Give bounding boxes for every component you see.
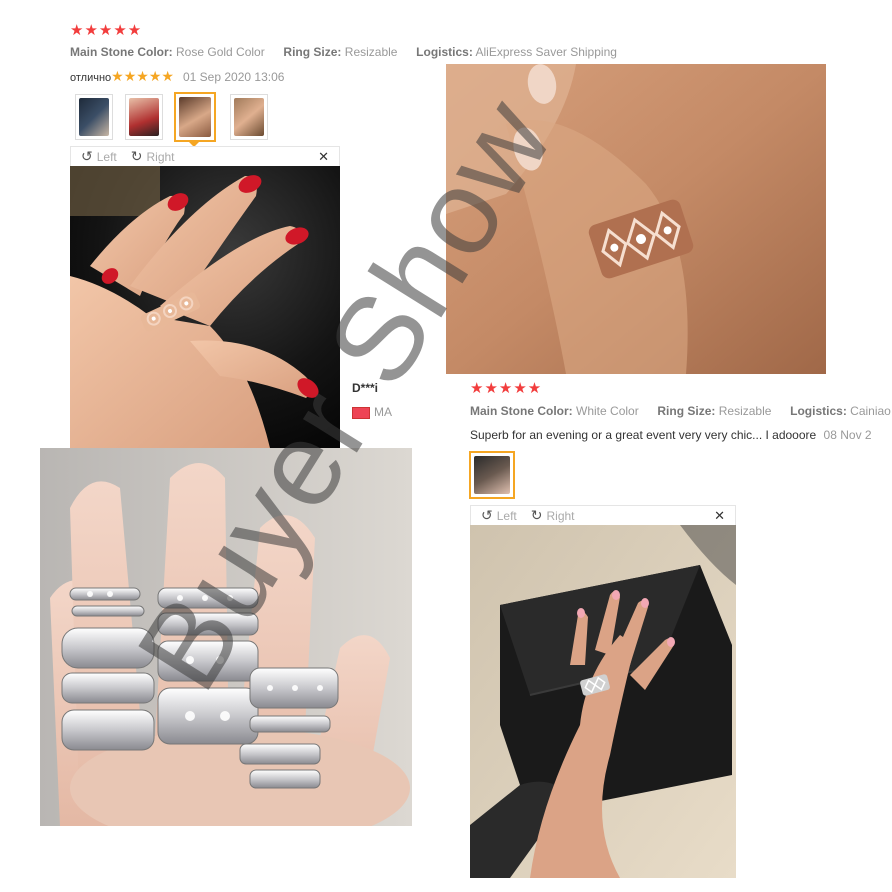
image-viewer-toolbar: ↺ Left ↻ Right ✕ (70, 146, 340, 166)
review-thumbnail[interactable] (125, 94, 163, 140)
rating-stars: ★★★★★ (70, 22, 143, 39)
main-stone-value: Rose Gold Color (176, 45, 265, 59)
logistics-label: Logistics: (790, 404, 847, 418)
rating-stars: ★★★★★ (470, 380, 543, 397)
reviewer-name: D***i (352, 381, 379, 395)
logistics-label: Logistics: (416, 45, 473, 59)
main-stone-label: Main Stone Color: (70, 45, 173, 59)
close-viewer-button[interactable]: ✕ (318, 149, 329, 165)
ring-size-value: Resizable (718, 404, 772, 418)
rotate-left-icon: ↺ (81, 148, 93, 164)
country-flag-icon (352, 406, 370, 419)
reviewer-country: MA (352, 405, 392, 419)
review-thumbnail[interactable] (230, 94, 268, 140)
ring-size-label: Ring Size: (283, 45, 342, 59)
review-thumbnail-active[interactable] (469, 451, 515, 499)
rotate-left-button[interactable]: ↺ Left (481, 507, 517, 524)
product-photo-silver-rings (40, 448, 412, 826)
logistics-value: Cainiao Sup (850, 404, 892, 418)
image-viewer-toolbar: ↺ Left ↻ Right ✕ (470, 505, 736, 525)
feedback-text: отлично (70, 72, 112, 84)
product-photo-rose-gold-ring (446, 64, 826, 374)
ring-size-label: Ring Size: (657, 404, 716, 418)
rotate-right-icon: ↻ (530, 507, 543, 523)
review-date: 08 Nov 2 (823, 428, 872, 442)
review-photo-white-ring (470, 525, 736, 878)
review-date: 01 Sep 2020 13:06 (183, 70, 285, 84)
close-viewer-button[interactable]: ✕ (714, 508, 725, 524)
rotate-left-button[interactable]: ↺ Left (81, 148, 117, 165)
review-thumbnail-active[interactable] (174, 92, 216, 142)
logistics-value: AliExpress Saver Shipping (475, 45, 617, 59)
review-thumbnail[interactable] (75, 94, 113, 140)
feedback-text: Superb for an evening or a great event v… (470, 428, 817, 442)
review-feedback: отлично★★★★★ 01 Sep 2020 13:06 (70, 68, 284, 85)
rotate-left-icon: ↺ (481, 507, 493, 523)
review-attributes: Main Stone Color: Rose Gold Color Ring S… (70, 45, 617, 59)
main-stone-value: White Color (576, 404, 639, 418)
ring-size-value: Resizable (344, 45, 398, 59)
main-stone-label: Main Stone Color: (470, 404, 573, 418)
rotate-right-icon: ↻ (130, 148, 143, 164)
review-attributes: Main Stone Color: White Color Ring Size:… (470, 404, 892, 418)
review-feedback: Superb for an evening or a great event v… (470, 428, 892, 442)
rotate-right-button[interactable]: ↻ Right (131, 148, 175, 165)
inline-stars: ★★★★★ (111, 68, 174, 84)
rotate-right-button[interactable]: ↻ Right (531, 507, 575, 524)
review-photo-rose-gold-ring (70, 166, 340, 448)
